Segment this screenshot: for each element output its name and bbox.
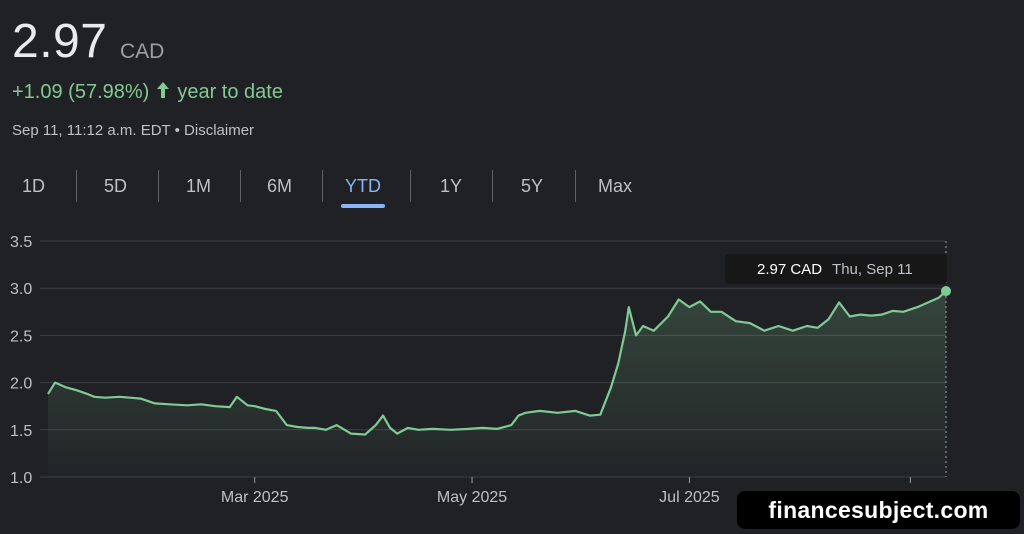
tab-1m[interactable]: 1M [186, 166, 211, 206]
tab-5y[interactable]: 5Y [521, 166, 543, 206]
tooltip-date: Thu, Sep 11 [832, 260, 913, 278]
tab-1d[interactable]: 1D [22, 166, 45, 206]
quote-meta: Sep 11, 11:12 a.m. EDT • Disclaimer [12, 122, 254, 139]
period-label: year to date [177, 81, 283, 103]
tab-divider [76, 170, 77, 202]
currency-label: CAD [120, 40, 165, 63]
y-tick-label: 3.0 [10, 281, 32, 298]
tab-divider [410, 170, 411, 202]
tooltip-value: 2.97 CAD [757, 260, 823, 278]
tab-divider [575, 170, 576, 202]
change-value: +1.09 (57.98%) [12, 81, 150, 103]
y-tick-label: 2.5 [10, 328, 32, 345]
x-tick-label: Mar 2025 [221, 489, 289, 506]
tab-ytd[interactable]: YTD [341, 166, 385, 208]
hover-point [941, 286, 951, 297]
price-change: +1.09 (57.98%) year to date [12, 81, 283, 104]
x-tick-label: Jul 2025 [659, 489, 720, 506]
y-tick-label: 1.0 [10, 470, 32, 487]
price-area-fill [48, 291, 946, 477]
arrow-up-icon [155, 81, 171, 104]
time-range-tabs: 1D 5D 1M 6M YTD 1Y 5Y Max [0, 166, 700, 208]
tab-5d[interactable]: 5D [104, 166, 127, 206]
active-tab-indicator [341, 204, 385, 208]
tab-divider [492, 170, 493, 202]
tab-1y[interactable]: 1Y [440, 166, 462, 206]
current-price: 2.97 [12, 15, 108, 68]
y-tick-label: 2.0 [10, 376, 32, 393]
disclaimer-link[interactable]: Disclaimer [184, 122, 254, 139]
hover-tooltip: 2.97 CAD Thu, Sep 11 [725, 254, 947, 284]
timestamp: Sep 11, 11:12 a.m. EDT [12, 122, 171, 139]
meta-separator: • [174, 122, 180, 139]
tab-divider [158, 170, 159, 202]
tab-max[interactable]: Max [598, 166, 632, 206]
tab-divider [240, 170, 241, 202]
y-tick-label: 3.5 [10, 234, 32, 251]
tab-6m[interactable]: 6M [267, 166, 292, 206]
watermark: financesubject.com [737, 491, 1020, 529]
y-tick-label: 1.5 [10, 423, 32, 440]
tab-divider [322, 170, 323, 202]
y-axis-labels: 1.0 1.5 2.0 2.5 3.0 3.5 [10, 234, 32, 487]
x-tick-label: May 2025 [437, 489, 507, 506]
